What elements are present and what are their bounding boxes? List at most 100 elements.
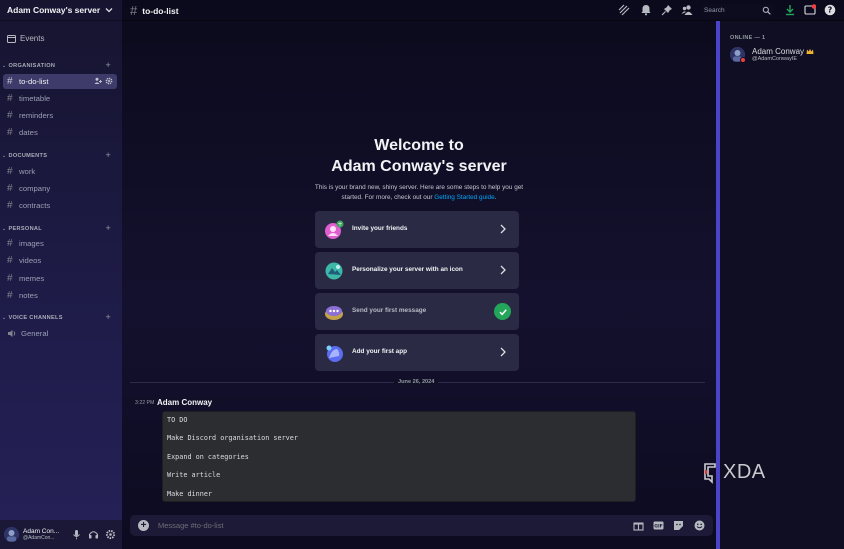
card-label: Personalize your server with an icon (352, 266, 463, 273)
invite-friends-card[interactable]: + Invite your friends (315, 211, 519, 248)
member-name-row: Adam Conway (752, 47, 814, 56)
server-icon-icon (325, 262, 343, 280)
avatar (730, 47, 746, 63)
channel-videos[interactable]: # videos (3, 253, 117, 268)
hash-icon: # (7, 166, 13, 177)
chevron-down-icon: ⌄ (2, 226, 7, 232)
personalize-server-card[interactable]: Personalize your server with an icon (315, 252, 519, 289)
gift-icon[interactable] (633, 520, 644, 531)
channel-memes[interactable]: # memes (3, 271, 117, 286)
download-icon[interactable] (784, 4, 796, 16)
hash-icon: # (7, 238, 13, 249)
message-author[interactable]: Adam Conway (157, 398, 212, 407)
channel-label: contracts (19, 201, 51, 210)
channel-dates[interactable]: # dates (3, 125, 117, 140)
hash-icon: # (7, 183, 13, 194)
chevron-down-icon: ⌄ (2, 63, 7, 69)
welcome-title-line2: Adam Conway's server (331, 158, 507, 175)
message-timestamp: 3:22 PM (135, 400, 155, 406)
channel-title: # to-do-list (130, 3, 179, 18)
svg-text:GIF: GIF (654, 524, 662, 530)
category-label: VOICE CHANNELS (8, 315, 63, 321)
channel-title-text: to-do-list (142, 5, 179, 16)
gif-icon[interactable]: GIF (653, 520, 664, 531)
hash-icon: # (7, 290, 13, 301)
attach-plus-icon[interactable]: + (138, 520, 149, 531)
hash-icon: # (7, 200, 13, 211)
hash-icon: # (130, 3, 138, 18)
gear-icon[interactable] (105, 77, 113, 85)
code-line: TO DO (167, 416, 188, 424)
emoji-icon[interactable] (694, 520, 705, 531)
chevron-right-icon (500, 224, 506, 234)
category-personal[interactable]: ⌄ PERSONAL + (2, 223, 118, 234)
channel-reminders[interactable]: # reminders (3, 108, 117, 123)
channel-timetable[interactable]: # timetable (3, 91, 117, 106)
events-item[interactable]: Events (7, 32, 44, 44)
message-composer[interactable]: + Message #to-do-list GIF (130, 515, 713, 536)
inbox-icon[interactable] (804, 4, 816, 16)
microphone-icon[interactable] (71, 529, 82, 540)
search-input[interactable]: Search (702, 4, 774, 17)
add-channel-icon[interactable]: + (105, 60, 111, 70)
code-line: Make dinner (167, 489, 213, 498)
threads-icon[interactable] (618, 4, 630, 16)
category-voice-channels[interactable]: ⌄ VOICE CHANNELS + (2, 312, 118, 323)
xda-logo-icon (704, 462, 716, 484)
channel-sidebar: Adam Conway's server Events ⌄ ORGANISATI… (0, 0, 122, 549)
card-label: Add your first app (352, 348, 408, 355)
add-channel-icon[interactable]: + (105, 150, 111, 160)
add-first-app-card[interactable]: Add your first app (315, 334, 519, 371)
channel-company[interactable]: # company (3, 181, 117, 196)
getting-started-link[interactable]: Getting Started guide (434, 194, 494, 201)
welcome-section: Welcome to Adam Conway's server This is … (122, 136, 716, 202)
code-line: Expand on categories (167, 452, 249, 461)
member-name: Adam Conway (752, 47, 805, 56)
svg-text:+: + (337, 221, 342, 228)
invite-members-icon[interactable] (94, 77, 102, 85)
channel-images[interactable]: # images (3, 236, 117, 251)
channel-label: General (21, 329, 49, 338)
channel-label: videos (19, 256, 42, 265)
chevron-down-icon: ⌄ (2, 153, 7, 159)
headphones-icon[interactable] (88, 529, 99, 540)
category-organisation[interactable]: ⌄ ORGANISATION + (2, 60, 118, 71)
card-label: Send your first message (352, 307, 427, 314)
message-input-placeholder[interactable]: Message #to-do-list (158, 521, 223, 530)
avatar[interactable] (4, 527, 19, 542)
send-first-message-card[interactable]: Send your first message (315, 293, 519, 330)
add-channel-icon[interactable]: + (105, 223, 111, 233)
channel-label: reminders (19, 111, 54, 120)
member-item[interactable]: Adam Conway @AdamConwayIE (730, 47, 814, 63)
channel-work[interactable]: # work (3, 164, 117, 179)
chevron-down-icon: ⌄ (2, 315, 7, 321)
sticker-icon[interactable] (673, 520, 684, 531)
server-header[interactable]: Adam Conway's server (0, 0, 122, 21)
member-list-header: ONLINE — 1 (730, 35, 766, 41)
card-label: Invite your friends (352, 225, 408, 232)
events-label: Events (20, 33, 45, 43)
voice-channel-general[interactable]: General (3, 326, 117, 341)
help-icon[interactable]: ? (824, 4, 836, 16)
member-list-icon[interactable] (681, 4, 693, 16)
channel-label: images (19, 239, 44, 248)
channel-label: notes (19, 291, 38, 300)
channel-notes[interactable]: # notes (3, 288, 117, 303)
bell-icon[interactable] (640, 4, 652, 16)
xda-watermark: XDA (703, 461, 766, 484)
channel-label: dates (19, 128, 38, 137)
category-documents[interactable]: ⌄ DOCUMENTS + (2, 150, 118, 161)
chevron-right-icon (500, 265, 506, 275)
hash-icon: # (7, 93, 13, 104)
channel-label: memes (19, 274, 45, 283)
date-divider-label: June 26, 2024 (394, 379, 439, 385)
add-channel-icon[interactable]: + (105, 312, 111, 322)
channel-to-do-list[interactable]: # to-do-list (3, 74, 117, 89)
speaker-icon (8, 330, 16, 337)
pin-icon[interactable] (661, 4, 673, 16)
chevron-down-icon (105, 8, 113, 13)
channel-contracts[interactable]: # contracts (3, 198, 117, 213)
channel-label: company (19, 184, 51, 193)
gear-icon[interactable] (105, 529, 116, 540)
discord-app: Adam Conway's server Events ⌄ ORGANISATI… (0, 0, 844, 549)
